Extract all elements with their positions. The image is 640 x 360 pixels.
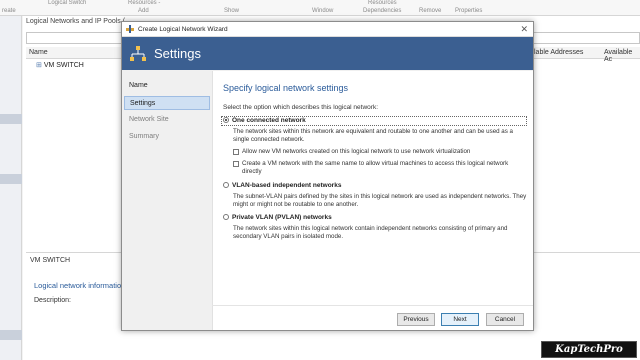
- next-button[interactable]: Next: [441, 313, 479, 326]
- column-available[interactable]: Available Ac: [604, 49, 640, 63]
- ribbon-item[interactable]: reate: [2, 8, 16, 14]
- column-name[interactable]: Name: [29, 49, 48, 56]
- ribbon-item[interactable]: Resources -: [128, 0, 160, 6]
- checkbox-label: Allow new VM networks created on this lo…: [242, 148, 471, 155]
- radio-button[interactable]: [223, 182, 229, 189]
- step-summary[interactable]: Summary: [124, 130, 210, 144]
- close-icon[interactable]: ✕: [520, 24, 528, 35]
- option-description: The subnet-VLAN pairs defined by the sit…: [233, 193, 527, 208]
- column-available-addresses[interactable]: lable Addresses: [534, 49, 583, 56]
- ribbon-item[interactable]: Window: [312, 8, 333, 14]
- row-name: VM SWITCH: [43, 62, 84, 69]
- settings-banner: Settings: [122, 37, 533, 70]
- nav-block[interactable]: [0, 330, 22, 340]
- ribbon-item[interactable]: Remove: [419, 8, 441, 14]
- network-settings-icon: [130, 46, 146, 61]
- cancel-button[interactable]: Cancel: [486, 313, 524, 326]
- checkbox[interactable]: [233, 149, 239, 155]
- nav-block[interactable]: [0, 174, 22, 184]
- option-description: The network sites within this network ar…: [233, 128, 513, 143]
- step-name[interactable]: Name: [124, 79, 210, 93]
- dialog-titlebar[interactable]: Create Logical Network Wizard ✕: [122, 22, 533, 37]
- option-prompt: Select the option which describes this l…: [223, 104, 378, 111]
- left-navigation: [0, 16, 22, 360]
- description-label: Description:: [34, 297, 71, 304]
- wizard-body: Name Settings Network Site Summary Speci…: [122, 71, 533, 330]
- ribbon-item[interactable]: Resources: [368, 0, 397, 6]
- network-icon: ⊞: [36, 62, 44, 69]
- ribbon-item[interactable]: Dependencies: [363, 8, 401, 14]
- radio-label: One connected network: [232, 117, 306, 124]
- watermark-logo: KapTechPro: [541, 341, 637, 358]
- checkbox-label: Create a VM network with the same name t…: [242, 160, 509, 175]
- banner-title: Settings: [154, 46, 201, 61]
- ribbon-item[interactable]: Add: [138, 8, 149, 14]
- wizard-icon: [126, 25, 134, 33]
- ribbon-item[interactable]: Show: [224, 8, 239, 14]
- checkbox-create-vm-network[interactable]: Create a VM network with the same name t…: [233, 160, 529, 176]
- panel-title: Logical Networks and IP Pools (: [26, 18, 126, 25]
- page-heading: Specify logical network settings: [223, 83, 349, 93]
- detail-section-title: Logical network informatio: [34, 281, 122, 290]
- radio-one-connected-network[interactable]: One connected network: [223, 117, 306, 124]
- radio-vlan-based-networks[interactable]: VLAN-based independent networks: [223, 182, 341, 189]
- option-description: The network sites within this logical ne…: [233, 225, 508, 240]
- radio-button[interactable]: [223, 214, 229, 221]
- checkbox[interactable]: [233, 161, 239, 167]
- step-network-site[interactable]: Network Site: [124, 113, 210, 127]
- footer-divider: [212, 305, 533, 306]
- nav-block[interactable]: [0, 114, 22, 124]
- ribbon: reate Logical Switch Add Resources - Sho…: [0, 0, 640, 16]
- table-row[interactable]: ⊞ VM SWITCH: [36, 61, 84, 69]
- ribbon-item[interactable]: Properties: [455, 8, 482, 14]
- radio-private-vlan-networks[interactable]: Private VLAN (PVLAN) networks: [223, 214, 332, 221]
- dialog-title: Create Logical Network Wizard: [138, 26, 228, 33]
- wizard-dialog: Create Logical Network Wizard ✕ Settings…: [121, 21, 534, 331]
- radio-label: VLAN-based independent networks: [232, 182, 342, 189]
- wizard-steps: Name Settings Network Site Summary: [122, 71, 212, 330]
- checkbox-network-virtualization[interactable]: Allow new VM networks created on this lo…: [233, 148, 529, 156]
- details-title: VM SWITCH: [30, 257, 71, 264]
- wizard-content: Specify logical network settings Select …: [212, 71, 533, 330]
- radio-label: Private VLAN (PVLAN) networks: [232, 214, 332, 221]
- ribbon-item[interactable]: Logical Switch: [48, 0, 86, 6]
- previous-button[interactable]: Previous: [397, 313, 435, 326]
- radio-button-selected[interactable]: [223, 117, 229, 124]
- step-settings[interactable]: Settings: [124, 96, 210, 110]
